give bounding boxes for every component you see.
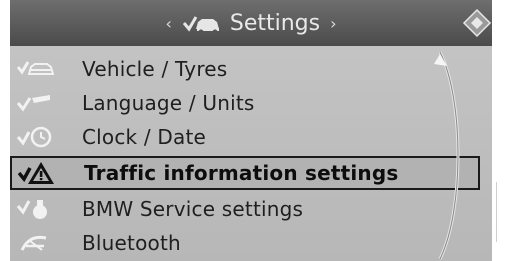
menu-item-label: Clock / Date bbox=[82, 125, 206, 149]
traffic-warning-icon bbox=[18, 159, 62, 187]
menu-item-language-units[interactable]: Language / Units bbox=[10, 86, 492, 120]
header-title-group: ‹ Settings › bbox=[10, 6, 492, 40]
menu-item-clock-date[interactable]: Clock / Date bbox=[10, 120, 492, 154]
menu-item-bmw-service-settings[interactable]: BMW Service settings bbox=[10, 192, 492, 226]
menu-item-label: Vehicle / Tyres bbox=[82, 57, 228, 81]
menu-item-label: BMW Service settings bbox=[82, 197, 304, 221]
car-check-icon bbox=[182, 11, 220, 35]
bluetooth-icon bbox=[16, 229, 60, 257]
navigation-diamond-icon[interactable] bbox=[462, 8, 492, 38]
menu-item-label: Traffic information settings bbox=[84, 161, 399, 185]
menu-item-traffic-information-settings[interactable]: Traffic information settings bbox=[10, 156, 480, 190]
settings-screen: ‹ Settings › Vehicle / Tyres Language / … bbox=[10, 0, 492, 261]
scroll-indicator[interactable] bbox=[434, 50, 472, 261]
menu-item-bluetooth[interactable]: Bluetooth bbox=[10, 226, 492, 260]
header-bar: ‹ Settings › bbox=[10, 0, 492, 46]
settings-menu-list: Vehicle / Tyres Language / Units Clock /… bbox=[10, 52, 492, 260]
menu-item-vehicle-tyres[interactable]: Vehicle / Tyres bbox=[10, 52, 492, 86]
menu-item-label: Bluetooth bbox=[82, 231, 181, 255]
menu-item-label: Language / Units bbox=[82, 91, 255, 115]
next-arrow[interactable]: › bbox=[330, 14, 336, 33]
page-title: Settings bbox=[229, 10, 321, 36]
vehicle-check-icon bbox=[16, 55, 60, 83]
clock-check-icon bbox=[16, 123, 60, 151]
page-edge-marks bbox=[496, 182, 507, 242]
previous-arrow[interactable]: ‹ bbox=[165, 14, 171, 33]
service-check-icon bbox=[16, 195, 60, 223]
language-check-icon bbox=[16, 89, 60, 117]
